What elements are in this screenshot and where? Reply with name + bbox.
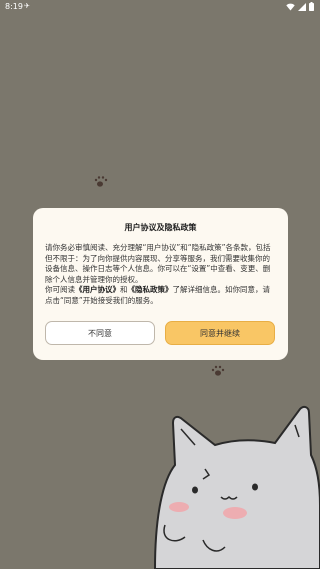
signal-icon: [298, 2, 306, 11]
p2-prefix: 你可阅读: [45, 285, 75, 294]
cat-illustration: [153, 405, 320, 569]
disagree-button[interactable]: 不同意: [45, 321, 155, 345]
status-icons: [286, 2, 314, 11]
agree-continue-button[interactable]: 同意并继续: [165, 321, 275, 345]
user-agreement-link[interactable]: 《用户协议》: [75, 285, 120, 294]
status-time: 8:19: [5, 2, 23, 11]
notification-icon: ✈: [24, 2, 30, 10]
status-bar: 8:19 ✈: [0, 0, 320, 14]
paw-print-icon-2: [211, 365, 225, 376]
dialog-paragraph-1: 请你务必审慎阅读、充分理解“用户协议”和“隐私政策”各条款，包括但不限于：为了向…: [45, 243, 271, 284]
battery-icon: [309, 2, 314, 11]
dialog-paragraph-2: 你可阅读《用户协议》和《隐私政策》了解详细信息。如你同意，请点击“同意”开始接受…: [45, 285, 277, 306]
p2-and: 和: [120, 285, 128, 294]
privacy-policy-link[interactable]: 《隐私政策》: [128, 285, 173, 294]
dialog-body: 请你务必审慎阅读、充分理解“用户协议”和“隐私政策”各条款，包括但不限于：为了向…: [45, 243, 277, 306]
paw-print-icon: [94, 176, 108, 187]
wifi-icon: [286, 3, 295, 10]
privacy-dialog: 用户协议及隐私政策 请你务必审慎阅读、充分理解“用户协议”和“隐私政策”各条款，…: [33, 208, 288, 360]
dialog-title: 用户协议及隐私政策: [124, 223, 197, 232]
